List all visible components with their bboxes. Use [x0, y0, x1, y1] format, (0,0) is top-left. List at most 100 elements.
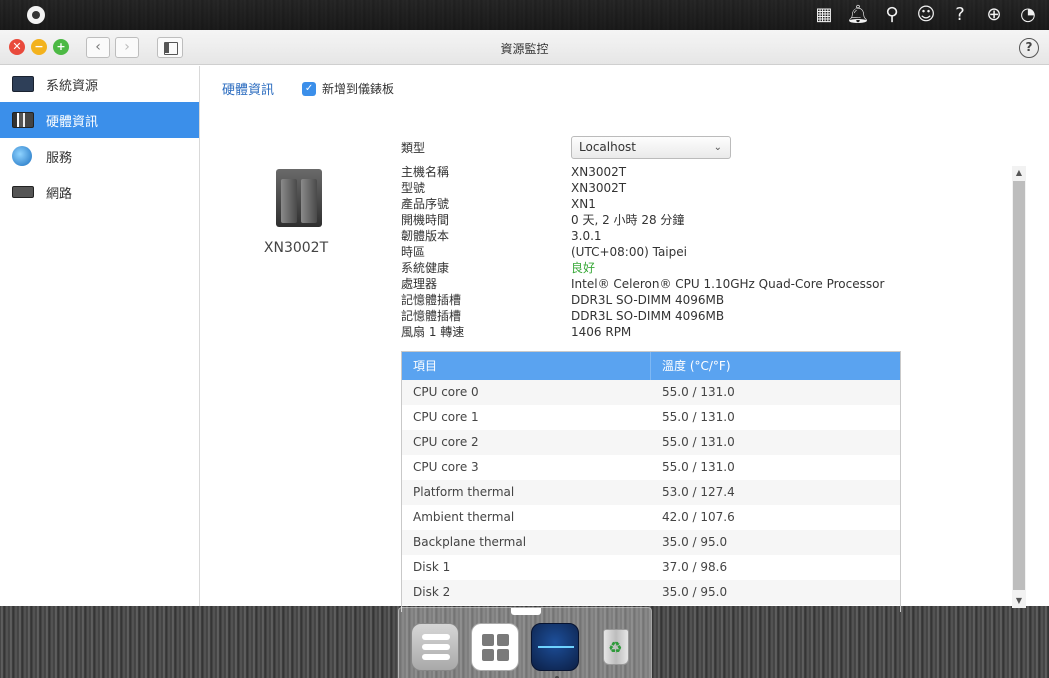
type-select[interactable]: Localhost ⌄: [571, 136, 731, 159]
cell-item: Disk 2: [413, 585, 451, 599]
info-key: 記憶體插槽: [401, 293, 462, 307]
sidebar-item-services[interactable]: 服務: [0, 138, 199, 174]
chevron-down-icon: ⌄: [713, 142, 722, 153]
sidebar-item-label: 系統資源: [46, 78, 99, 94]
table-row: Backplane thermal 35.0 / 95.0: [402, 530, 900, 555]
info-value: XN3002T: [571, 181, 627, 195]
info-value: 3.0.1: [571, 229, 602, 243]
column-header-item[interactable]: 項目: [402, 352, 651, 380]
info-key: 主機名稱: [401, 165, 450, 179]
table-row: CPU core 0 55.0 / 131.0: [402, 380, 900, 405]
system-info-list: 主機名稱 XN3002T 型號 XN3002T 產品序號 XN1 開機時間 0 天, 2…: [401, 164, 884, 340]
info-value: XN1: [571, 197, 596, 211]
table-row: CPU core 1 55.0 / 131.0: [402, 405, 900, 430]
window-help-button[interactable]: ?: [1019, 38, 1039, 58]
table-row: Platform thermal 53.0 / 127.4: [402, 480, 900, 505]
sidebar-item-hardware-info[interactable]: 硬體資訊: [0, 102, 199, 138]
vertical-scrollbar[interactable]: ▲ ▼: [1012, 166, 1026, 608]
scrollbar-thumb[interactable]: [1013, 181, 1025, 590]
cell-temperature: 55.0 / 131.0: [662, 435, 735, 449]
hardware-icon: [12, 112, 34, 128]
system-health-value: 良好: [571, 261, 596, 275]
info-row: 記憶體插槽 DDR3L SO-DIMM 4096MB: [401, 292, 884, 308]
cell-temperature: 53.0 / 127.4: [662, 485, 735, 499]
scroll-up-arrow-icon[interactable]: ▲: [1012, 167, 1026, 179]
table-row: CPU core 3 55.0 / 131.0: [402, 455, 900, 480]
type-label: 類型: [401, 141, 426, 155]
table-row: CPU core 2 55.0 / 131.0: [402, 430, 900, 455]
add-to-dashboard-checkbox[interactable]: ✓: [302, 81, 317, 96]
resource-monitor-window: ✕ − + ‹ › 資源監控 ? 系統資源 硬體資訊 服務 網路 硬體資訊 ✓ …: [0, 30, 1049, 612]
info-value: 1406 RPM: [571, 325, 632, 339]
info-row: 處理器 Intel® Celeron® CPU 1.10GHz Quad-Core…: [401, 276, 884, 292]
cell-temperature: 35.0 / 95.0: [662, 535, 728, 549]
dashboard-icon[interactable]: ◔: [1013, 3, 1043, 27]
sidebar-item-system-resources[interactable]: 系統資源: [0, 66, 199, 102]
info-row: 系統健康 良好: [401, 260, 884, 276]
info-row: 記憶體插槽 DDR3L SO-DIMM 4096MB: [401, 308, 884, 324]
cell-item: CPU core 1: [413, 410, 479, 424]
info-row: 韌體版本 3.0.1: [401, 228, 884, 244]
info-row: 型號 XN3002T: [401, 180, 884, 196]
info-value: 0 天, 2 小時 28 分鐘: [571, 213, 685, 227]
service-icon: [12, 146, 32, 166]
cell-item: Backplane thermal: [413, 535, 527, 549]
qnap-logo-icon[interactable]: [27, 6, 45, 24]
network-icon: [12, 186, 34, 198]
info-value: XN3002T: [571, 165, 627, 179]
globe-icon[interactable]: ⊕: [979, 3, 1009, 27]
table-row: Disk 1 37.0 / 98.6: [402, 555, 900, 580]
main-panel: 硬體資訊 ✓ 新增到儀錶板 XN3002T 類型 Localhost ⌄ 主機名…: [201, 66, 1049, 612]
info-key: 韌體版本: [401, 229, 450, 243]
cell-temperature: 55.0 / 131.0: [662, 460, 735, 474]
info-key: 記憶體插槽: [401, 309, 462, 323]
sidebar-item-label: 網路: [46, 186, 73, 202]
recycle-bin-icon[interactable]: [591, 623, 639, 671]
table-row: Disk 2 35.0 / 95.0: [402, 580, 900, 605]
sidebar-item-network[interactable]: 網路: [0, 174, 199, 210]
window-title: 資源監控: [500, 42, 549, 56]
table-header: 項目 溫度 (°C/°F): [402, 352, 900, 380]
cell-temperature: 55.0 / 131.0: [662, 385, 735, 399]
chart-icon: [12, 76, 34, 92]
user-icon[interactable]: ☺: [911, 3, 941, 27]
help-icon[interactable]: ?: [945, 3, 975, 27]
info-row: 開機時間 0 天, 2 小時 28 分鐘: [401, 212, 884, 228]
cell-item: CPU core 0: [413, 385, 479, 399]
scroll-down-arrow-icon[interactable]: ▼: [1012, 595, 1026, 607]
info-row: 主機名稱 XN3002T: [401, 164, 884, 180]
table-row: Ambient thermal 42.0 / 107.6: [402, 505, 900, 530]
column-header-temperature[interactable]: 溫度 (°C/°F): [651, 352, 731, 380]
search-icon[interactable]: ⚲: [877, 3, 907, 27]
dock-handle[interactable]: [511, 608, 541, 615]
app-grid-icon[interactable]: ▦: [809, 3, 839, 27]
info-key: 開機時間: [401, 213, 450, 227]
info-value: DDR3L SO-DIMM 4096MB: [571, 293, 725, 307]
app-center-icon[interactable]: [471, 623, 519, 671]
info-key: 系統健康: [401, 261, 450, 275]
cell-temperature: 35.0 / 95.0: [662, 585, 728, 599]
info-value: (UTC+08:00) Taipei: [571, 245, 687, 259]
add-to-dashboard-label: 新增到儀錶板: [322, 82, 395, 96]
taskbar-dock: [398, 607, 652, 678]
cell-item: Ambient thermal: [413, 510, 515, 524]
cell-item: Disk 1: [413, 560, 451, 574]
cell-item: Platform thermal: [413, 485, 515, 499]
sidebar: 系統資源 硬體資訊 服務 網路: [0, 66, 200, 606]
info-key: 時區: [401, 245, 426, 259]
info-value: DDR3L SO-DIMM 4096MB: [571, 309, 725, 323]
type-select-value: Localhost: [579, 140, 637, 154]
bell-icon[interactable]: 🔔︎: [843, 3, 873, 27]
cell-temperature: 42.0 / 107.6: [662, 510, 735, 524]
sidebar-item-label: 硬體資訊: [46, 114, 99, 130]
info-row: 時區 (UTC+08:00) Taipei: [401, 244, 884, 260]
info-row: 產品序號 XN1: [401, 196, 884, 212]
window-titlebar: ✕ − + ‹ › 資源監控 ?: [0, 30, 1049, 65]
info-value: Intel® Celeron® CPU 1.10GHz Quad-Core Pr…: [571, 277, 885, 291]
nas-device-image: [276, 169, 322, 227]
cell-item: CPU core 3: [413, 460, 479, 474]
tab-hardware-info[interactable]: 硬體資訊: [222, 79, 274, 98]
resource-monitor-icon[interactable]: [531, 623, 579, 678]
control-panel-icon[interactable]: [411, 623, 459, 671]
sidebar-item-label: 服務: [46, 150, 73, 166]
